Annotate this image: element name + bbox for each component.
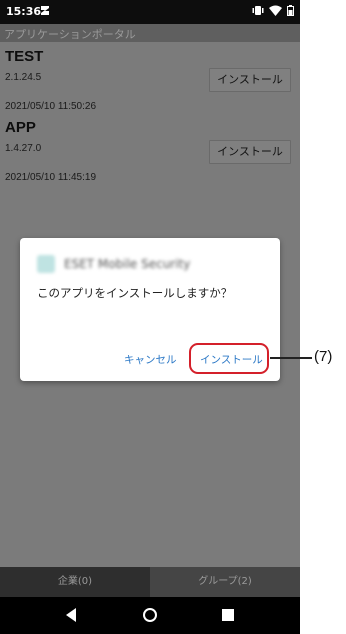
app-title: アプリケーションポータル [4, 28, 136, 41]
callout-line [270, 357, 312, 359]
dialog-app-name: ESET Mobile Security [64, 257, 191, 271]
app-date: 2021/05/10 11:45:19 [5, 172, 97, 183]
install-button[interactable]: インストール [209, 68, 291, 92]
status-time: 15:36 [6, 5, 42, 18]
bottom-tab-bar: 企業(0) グループ(2) [0, 567, 300, 597]
app-date: 2021/05/10 11:50:26 [5, 101, 97, 112]
status-icons [252, 5, 294, 16]
phone-screen: 15:36 アプリケーションポータル TEST 2.1.24.5 インストール … [0, 0, 300, 634]
tab-group[interactable]: グループ(2) [150, 567, 300, 597]
app-version: 2.1.24.5 [5, 72, 42, 83]
install-button[interactable]: インストール [209, 140, 291, 164]
cancel-button[interactable]: キャンセル [124, 352, 177, 367]
battery-icon [287, 5, 294, 16]
install-highlight-box [189, 343, 269, 374]
recents-icon[interactable] [222, 609, 234, 621]
status-bar: 15:36 [0, 0, 300, 24]
app-icon [37, 255, 55, 273]
wifi-icon [269, 5, 282, 16]
vibrate-icon [252, 6, 264, 15]
notification-app-icon [41, 6, 49, 15]
app-title-bar: アプリケーションポータル [0, 24, 300, 42]
callout-label: (7) [314, 348, 333, 365]
tab-company[interactable]: 企業(0) [0, 567, 150, 597]
app-name: TEST [5, 48, 44, 65]
dialog-message: このアプリをインストールしますか？ [37, 286, 233, 300]
app-version: 1.4.27.0 [5, 143, 42, 154]
home-icon[interactable] [142, 607, 158, 623]
back-icon[interactable] [64, 607, 78, 623]
navigation-bar [0, 597, 300, 634]
app-name: APP [5, 119, 36, 136]
